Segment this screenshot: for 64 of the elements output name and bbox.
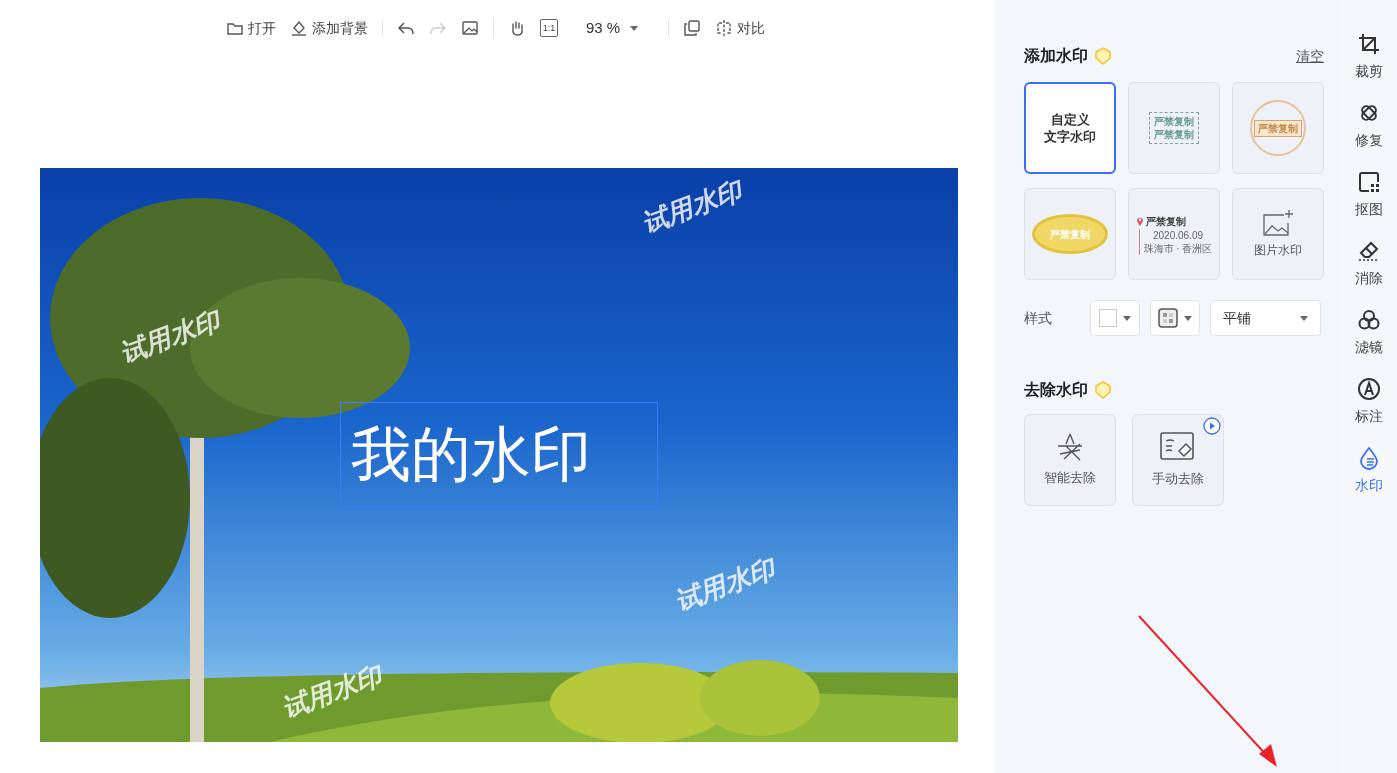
cutout-icon xyxy=(1356,170,1381,194)
copy-button[interactable] xyxy=(683,19,702,37)
sidebar-tool[interactable]: 抠图 xyxy=(1354,170,1383,220)
color-dropdown[interactable] xyxy=(1090,300,1140,336)
location-pin-icon xyxy=(1135,216,1144,226)
sidebar-tool[interactable]: 修复 xyxy=(1354,101,1383,151)
watermark-template[interactable]: 自定义 文字水印 xyxy=(1024,82,1116,174)
vip-badge-icon xyxy=(1094,381,1112,399)
stamp-text: 严禁复制 xyxy=(1050,227,1090,242)
paint-bucket-icon xyxy=(290,19,308,37)
style-label: 样式 xyxy=(1024,308,1053,328)
eraser-icon xyxy=(1356,239,1381,263)
sidebar-tool[interactable]: 水印 xyxy=(1354,446,1383,496)
trial-watermark: 试用水印 xyxy=(114,304,225,371)
clear-link[interactable]: 清空 xyxy=(1296,45,1324,67)
watermark-template[interactable]: 图片水印 xyxy=(1232,188,1324,280)
image-button[interactable] xyxy=(461,19,479,37)
watermark-template[interactable]: 严禁复制 2020.06.09 珠海市 · 香洲区 xyxy=(1128,188,1220,280)
image-icon xyxy=(461,19,479,37)
watermark-text-box[interactable]: 我的水印 xyxy=(340,402,658,508)
stamp-text: 2020.06.09 xyxy=(1151,228,1204,242)
stamp-text: 严禁复制 xyxy=(1145,214,1186,229)
trial-watermark: 试用水印 xyxy=(636,174,747,241)
layout-dropdown[interactable]: 平铺 xyxy=(1210,300,1321,336)
opacity-dropdown[interactable] xyxy=(1150,300,1200,336)
stamp-text: 珠海市 · 香洲区 xyxy=(1143,241,1213,255)
vip-badge-icon xyxy=(1094,47,1112,65)
trial-watermark: 试用水印 xyxy=(276,659,387,726)
redo-icon xyxy=(429,19,447,37)
sidebar-tool[interactable]: 滤镜 xyxy=(1354,308,1383,358)
compare-button[interactable]: 对比 xyxy=(715,17,766,39)
sidebar-tool[interactable]: 裁剪 xyxy=(1354,32,1383,82)
compare-icon xyxy=(715,19,734,37)
section-title: 添加水印 xyxy=(1024,46,1088,66)
stamp-text: 严禁复制 xyxy=(1154,115,1194,128)
template-text: 自定义 xyxy=(1050,111,1090,128)
add-image-icon xyxy=(1262,209,1294,237)
stamp-text: 严禁复制 xyxy=(1254,119,1302,137)
caret-icon xyxy=(1184,315,1192,321)
three-circles-icon xyxy=(1356,308,1381,332)
manual-remove-button[interactable]: 手动去除 xyxy=(1132,414,1224,506)
stamp-text: 严禁复制 xyxy=(1154,128,1194,141)
pen-circle-icon xyxy=(1356,377,1381,401)
checker-icon xyxy=(1158,308,1178,328)
caret-icon xyxy=(1300,315,1308,321)
sidebar-tool[interactable]: 标注 xyxy=(1354,377,1383,427)
zoom-dropdown[interactable]: 93 % xyxy=(586,16,639,40)
caret-icon xyxy=(1123,315,1131,321)
caret-icon xyxy=(630,25,639,31)
color-swatch xyxy=(1099,309,1117,327)
play-icon[interactable] xyxy=(1203,417,1221,435)
background-button[interactable]: 添加背景 xyxy=(290,17,368,39)
undo-button[interactable] xyxy=(397,19,415,37)
smart-remove-button[interactable]: 智能去除 xyxy=(1024,414,1116,506)
copy-icon xyxy=(683,19,702,37)
trial-watermark: 试用水印 xyxy=(669,552,780,619)
sidebar-tool[interactable]: 消除 xyxy=(1354,239,1383,289)
actual-size-button[interactable]: 1:1 xyxy=(540,19,558,37)
section-title: 去除水印 xyxy=(1024,380,1088,400)
open-button[interactable]: 打开 xyxy=(226,17,276,39)
crop-icon xyxy=(1356,32,1381,56)
template-text: 图片水印 xyxy=(1254,242,1302,259)
undo-icon xyxy=(397,19,415,37)
template-text: 文字水印 xyxy=(1044,128,1096,145)
